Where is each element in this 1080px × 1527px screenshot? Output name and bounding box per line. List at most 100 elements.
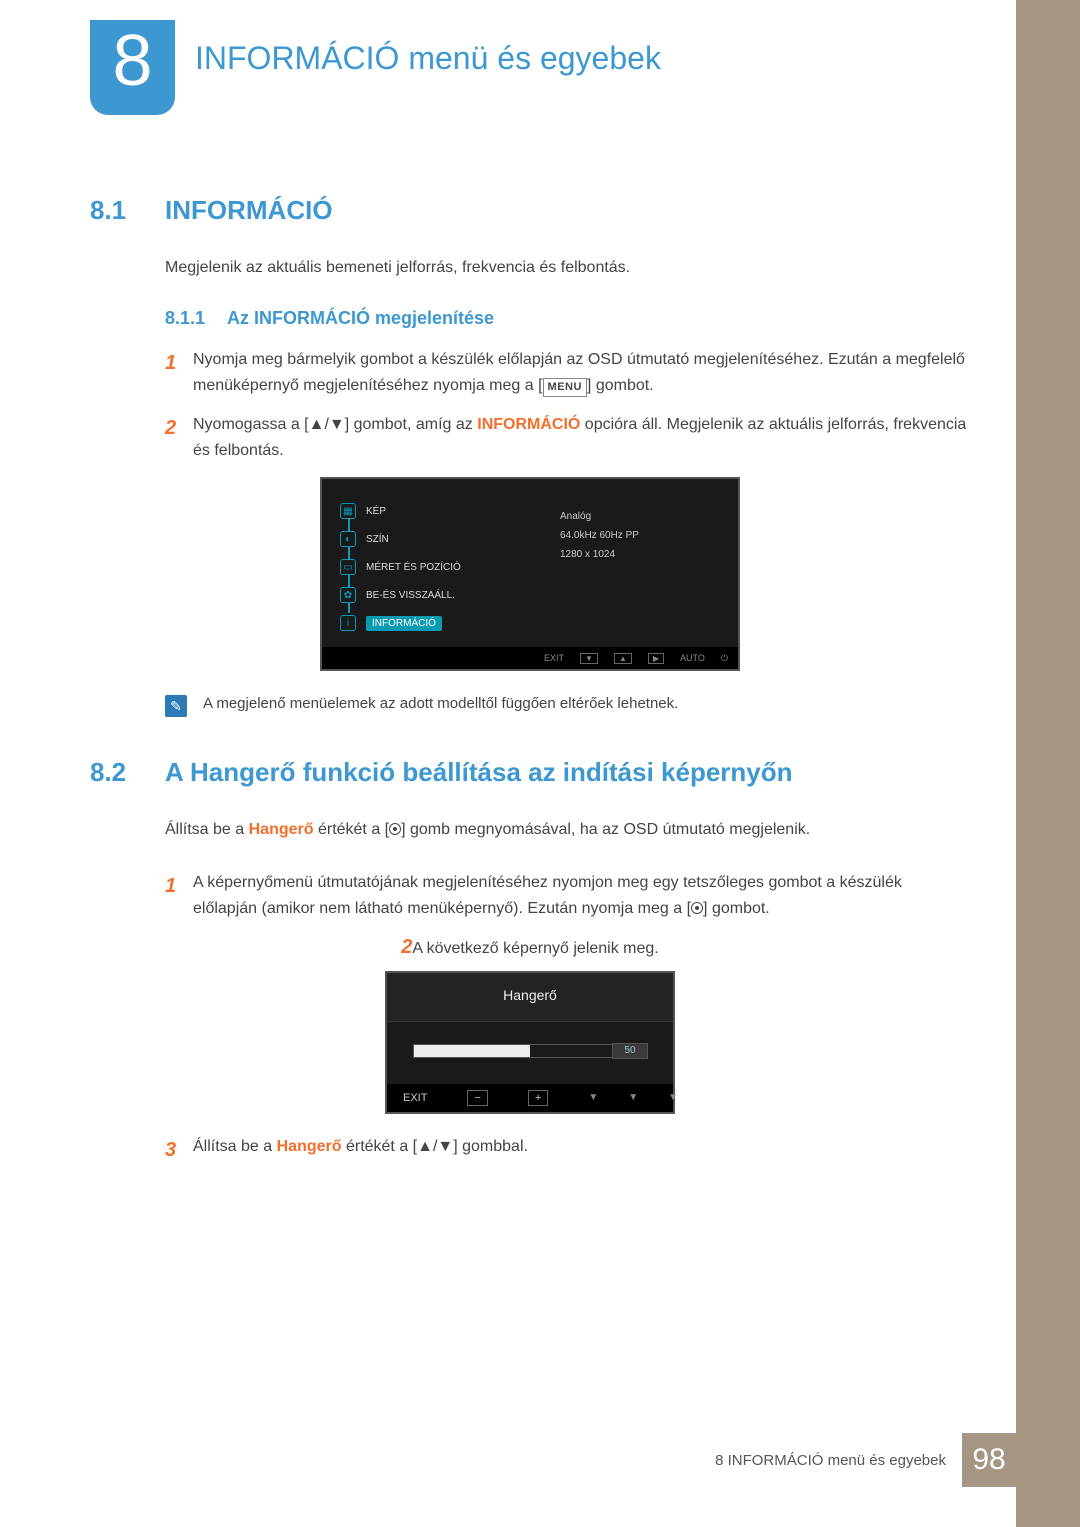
note-text: A megjelenő menüelemek az adott modelltő… [203,695,678,712]
color-icon: ◐ [340,531,356,547]
chapter-number-badge: 8 [90,20,175,115]
osd-volume-footer: EXIT − + ▼▼▼ [387,1084,673,1112]
up-down-arrow-icon: ▲/▼ [417,1134,453,1160]
step-number: 1 [165,347,193,398]
down-arrow-icon: ▼ [588,1092,598,1103]
label: KÉP [366,506,386,517]
subsection-heading-8-1-1: 8.1.1 Az INFORMÁCIÓ megjelenítése [165,308,970,329]
osd-item-info-selected: i INFORMÁCIÓ [340,609,560,637]
text-a: Nyomogassa a [ [193,416,309,433]
page: 8 INFORMÁCIÓ menü és egyebek 8.1 INFORMÁ… [0,0,1080,1527]
sec2-step-2-block: 2A következő képernyő jelenik meg. Hange… [90,936,970,1114]
osd-footer-bar: EXIT ▼ ▲ ▶ AUTO ⏻ [322,647,738,669]
subsection-number: 8.1.1 [165,308,227,329]
info-line-freq: 64.0kHz 60Hz PP [560,526,639,545]
info-icon: i [340,615,356,631]
label: BE-ÉS VISSZAÁLL. [366,590,455,601]
section1-intro: Megjelenik az aktuális bemeneti jelforrá… [165,256,970,280]
section-heading-8-2: 8.2 A Hangerő funkció beállítása az indí… [90,757,970,788]
note-icon: ✎ [165,695,187,717]
osd-item-kep: ▦ KÉP [340,497,560,525]
power-icon: ⏻ [721,653,728,664]
up-icon: ▲ [614,653,632,664]
section2-intro: Állítsa be a Hangerő értékét a [ ] gomb m… [165,818,970,842]
text-c: ] gombbal. [453,1138,528,1155]
gear-icon: ✿ [340,587,356,603]
step-text: Nyomja meg bármelyik gombot a készülék e… [193,347,970,398]
enter-icon: ▶ [648,653,664,664]
text-b: értékét a [ [314,821,390,838]
step-text: Nyomogassa a [▲/▼] gombot, amíg az INFOR… [193,412,970,463]
content: 8.1 INFORMÁCIÓ Megjelenik az aktuális be… [90,180,970,1180]
auto-label: AUTO [680,653,705,663]
osd-body: ▦ KÉP ◐ SZÍN ▭ MÉRET ÉS POZÍCIÓ ✿ BE-ÉS VISS… [322,479,738,647]
step-text: Állítsa be a Hangerő értékét a [▲/▼] gom… [193,1134,970,1166]
step2-lead: 2A következő képernyő jelenik meg. [90,936,970,959]
label: MÉRET ÉS POZÍCIÓ [366,562,461,573]
step-number: 3 [165,1134,193,1166]
sec2-step-1: 1 A képernyőmenü útmutatójának megjelení… [165,870,970,921]
text-b: értékét a [ [342,1138,418,1155]
picture-icon: ▦ [340,503,356,519]
exit-label: EXIT [403,1092,427,1104]
down-arrow-icon: ▼ [668,1092,678,1103]
footer-text: 8 INFORMÁCIÓ menü és egyebek [715,1452,962,1469]
exit-label: EXIT [544,653,564,663]
page-footer: 8 INFORMÁCIÓ menü és egyebek 98 [715,1433,1016,1487]
step-number: 1 [165,870,193,921]
osd-info-panel: Analóg 64.0kHz 60Hz PP 1280 x 1024 [560,497,639,637]
osd-item-size: ▭ MÉRET ÉS POZÍCIÓ [340,553,560,581]
section-number: 8.1 [90,195,165,226]
text-b: ] gombot, amíg az [345,416,478,433]
text-a: A képernyőmenü útmutatójának megjeleníté… [193,874,902,917]
step-1: 1 Nyomja meg bármelyik gombot a készülék… [165,347,970,398]
info-line-res: 1280 x 1024 [560,545,639,564]
down-arrow-icon: ▼ [628,1092,638,1103]
minus-icon: − [467,1090,487,1106]
footer-arrows: ▼ ▼ ▼ [588,1092,678,1103]
step-text: A képernyőmenü útmutatójának megjeleníté… [193,870,970,921]
label: SZÍN [366,534,389,545]
section-title: INFORMÁCIÓ [165,195,333,226]
keyword: Hangerő [249,821,314,838]
osd-volume-title: Hangerő [387,973,673,1022]
osd-item-szin: ◐ SZÍN [340,525,560,553]
step-number: 2 [165,412,193,463]
section-heading-8-1: 8.1 INFORMÁCIÓ [90,195,970,226]
keyword: INFORMÁCIÓ [477,416,580,433]
text-c: ] gomb megnyomásával, ha az OSD útmutató… [401,821,810,838]
chapter-title: INFORMÁCIÓ menü és egyebek [195,40,661,77]
slider-fill [414,1045,530,1057]
section-number: 8.2 [90,757,165,788]
slider-value: 50 [612,1043,648,1059]
up-down-arrow-icon: ▲/▼ [309,412,345,438]
slider-area: 50 [387,1022,673,1084]
step-number: 2 [401,936,412,958]
keyword: Hangerő [277,1138,342,1155]
circle-button-icon [389,823,401,835]
osd-menu-list: ▦ KÉP ◐ SZÍN ▭ MÉRET ÉS POZÍCIÓ ✿ BE-ÉS VISS… [340,497,560,637]
down-icon: ▼ [580,653,598,664]
osd-volume-screenshot: Hangerő 50 EXIT − + ▼ ▼ ▼ [385,971,675,1114]
text-a: Állítsa be a [193,1138,277,1155]
step-2: 2 Nyomogassa a [▲/▼] gombot, amíg az INF… [165,412,970,463]
osd-item-reset: ✿ BE-ÉS VISSZAÁLL. [340,581,560,609]
sec2-step-3: 3 Állítsa be a Hangerő értékét a [▲/▼] g… [165,1134,970,1166]
note: ✎ A megjelenő menüelemek az adott modell… [165,695,970,717]
subsection-title: Az INFORMÁCIÓ megjelenítése [227,308,494,329]
info-line-source: Analóg [560,507,639,526]
step2-text: A következő képernyő jelenik meg. [412,940,658,957]
circle-button-icon [691,902,703,914]
text-b: ] gombot. [587,377,654,394]
menu-key: MENU [543,378,587,398]
page-number: 98 [962,1433,1016,1487]
text-a: Állítsa be a [165,821,249,838]
size-icon: ▭ [340,559,356,575]
text-b: ] gombot. [703,900,770,917]
label: INFORMÁCIÓ [366,616,442,631]
plus-icon: + [528,1090,548,1106]
side-stripe [1016,0,1080,1527]
volume-slider: 50 [413,1044,647,1058]
osd-menu-screenshot: ▦ KÉP ◐ SZÍN ▭ MÉRET ÉS POZÍCIÓ ✿ BE-ÉS VISS… [320,477,740,671]
section-title: A Hangerő funkció beállítása az indítási… [165,757,793,788]
